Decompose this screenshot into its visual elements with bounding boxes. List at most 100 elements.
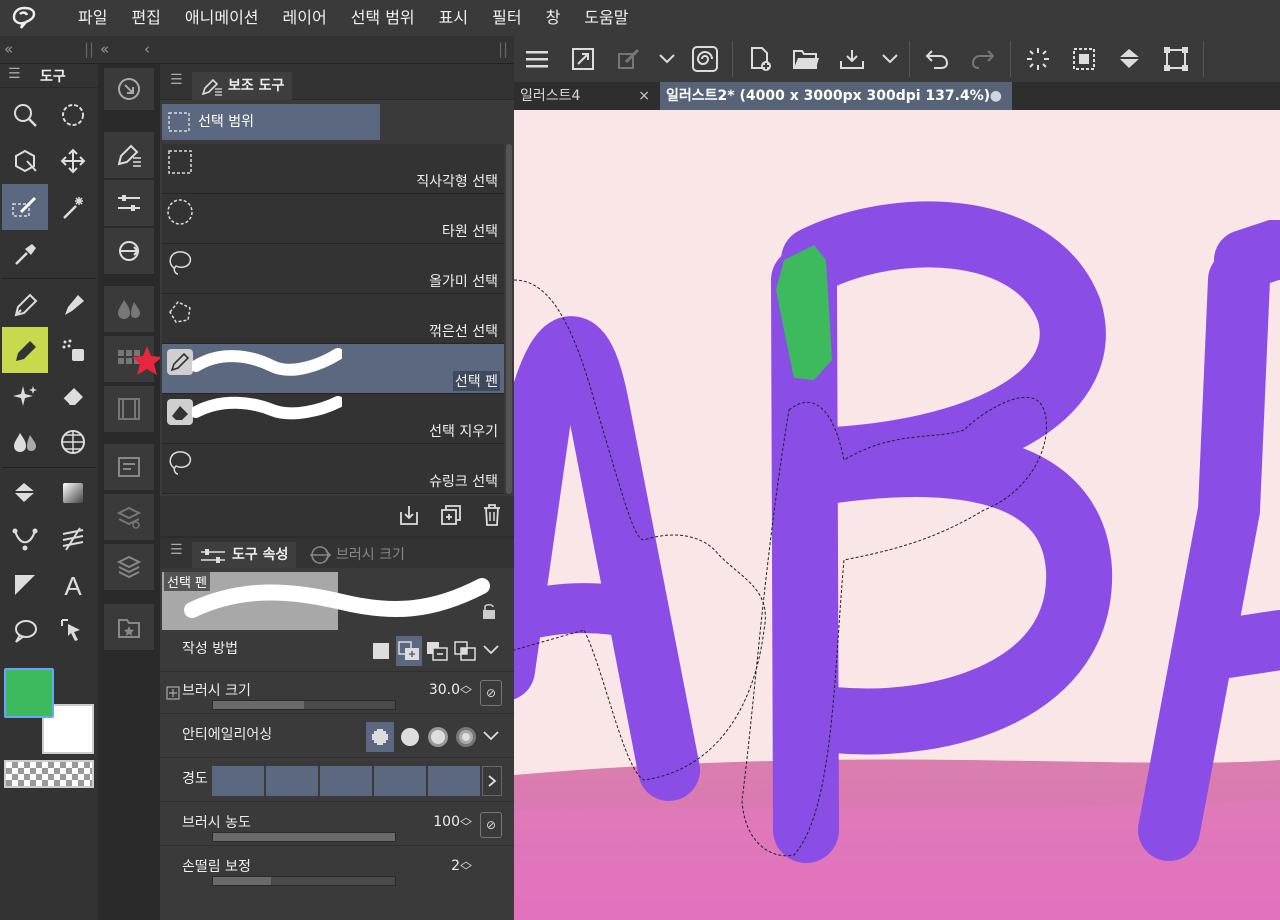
menu-view[interactable]: 표시 bbox=[427, 0, 480, 36]
pencil-icon[interactable] bbox=[2, 327, 48, 373]
hardness-segment[interactable] bbox=[266, 766, 318, 796]
select-all-icon[interactable] bbox=[1061, 36, 1107, 82]
export-icon[interactable] bbox=[829, 36, 875, 82]
subtool-shrink-select[interactable]: 슈링크 선택 bbox=[162, 444, 504, 494]
tab-illust4[interactable]: 일러스트4 × bbox=[514, 82, 660, 110]
app-logo-icon[interactable] bbox=[0, 0, 48, 36]
tool-property-icon[interactable] bbox=[104, 180, 154, 226]
zoom-icon[interactable] bbox=[2, 92, 48, 138]
brush-size-icon[interactable] bbox=[104, 228, 154, 274]
panel-menu-icon[interactable]: ☰ bbox=[170, 542, 183, 558]
eyedropper-icon[interactable] bbox=[2, 230, 48, 276]
menu-edit[interactable]: 편집 bbox=[119, 0, 172, 36]
mode-new-selection-button[interactable] bbox=[368, 636, 394, 666]
chevron-down-icon[interactable] bbox=[652, 36, 682, 82]
redo-icon[interactable] bbox=[960, 36, 1006, 82]
subtool-panel-icon[interactable] bbox=[104, 132, 154, 178]
subtool-selection-pen[interactable]: 선택 펜 bbox=[162, 344, 504, 394]
chevron-down-icon[interactable] bbox=[482, 644, 500, 656]
curve-icon[interactable] bbox=[2, 516, 48, 562]
subtool-polyline-select[interactable]: 꺾은선 선택 bbox=[162, 294, 504, 344]
undo-icon[interactable] bbox=[914, 36, 960, 82]
menu-animation[interactable]: 애니메이션 bbox=[173, 0, 271, 36]
stepper-icon[interactable]: ︿ ﹀ bbox=[460, 855, 472, 877]
chevron-down-icon[interactable] bbox=[875, 36, 905, 82]
text-icon[interactable]: A bbox=[50, 562, 96, 608]
color-mixing-icon[interactable] bbox=[104, 286, 154, 332]
menu-icon[interactable] bbox=[514, 36, 560, 82]
menu-help[interactable]: 도움말 bbox=[572, 0, 640, 36]
object-select-icon[interactable] bbox=[50, 608, 96, 654]
subtool-lasso-select[interactable]: 올가미 선택 bbox=[162, 244, 504, 294]
antialias-medium-button[interactable] bbox=[424, 722, 452, 752]
navigator-icon[interactable] bbox=[104, 68, 154, 110]
subtool-scrollbar[interactable] bbox=[506, 144, 512, 494]
lock-icon[interactable] bbox=[480, 602, 498, 620]
transparent-color-swatch[interactable] bbox=[4, 760, 94, 788]
layer-property-icon[interactable] bbox=[104, 444, 154, 490]
import-subtool-icon[interactable] bbox=[398, 504, 420, 526]
open-folder-icon[interactable] bbox=[783, 36, 829, 82]
tool-tab-label[interactable]: 도구 bbox=[40, 66, 66, 86]
blend-icon[interactable] bbox=[2, 419, 48, 465]
expand-icon[interactable] bbox=[166, 686, 180, 700]
collapse-left-icon[interactable]: « bbox=[4, 40, 13, 58]
pressure-toggle-button[interactable]: ⊘ bbox=[480, 812, 502, 838]
layer-search-icon[interactable] bbox=[104, 494, 154, 540]
menu-window[interactable]: 창 bbox=[534, 0, 573, 36]
move-icon[interactable] bbox=[50, 138, 96, 184]
rotate-icon[interactable] bbox=[50, 92, 96, 138]
chevron-down-icon[interactable] bbox=[482, 730, 500, 742]
tab-subtool[interactable]: 보조 도구 bbox=[192, 72, 293, 100]
density-value[interactable]: 100 bbox=[433, 814, 460, 830]
balloon-icon[interactable] bbox=[2, 608, 48, 654]
transform-icon[interactable] bbox=[1153, 36, 1199, 82]
stepper-icon[interactable]: ︿ ﹀ bbox=[460, 679, 472, 701]
brush-size-value[interactable]: 30.0 bbox=[429, 682, 460, 698]
antialias-weak-button[interactable] bbox=[396, 722, 424, 752]
layers-icon[interactable] bbox=[104, 544, 154, 590]
brush-size-slider[interactable] bbox=[212, 700, 396, 710]
hardness-segment[interactable] bbox=[320, 766, 372, 796]
panel-menu-icon[interactable]: ☰ bbox=[8, 66, 21, 82]
grid-icon[interactable] bbox=[50, 419, 96, 465]
subtool-selection-eraser[interactable]: 선택 지우기 bbox=[162, 394, 504, 444]
fit-canvas-icon[interactable] bbox=[560, 36, 606, 82]
main-color-swatch[interactable] bbox=[4, 668, 54, 718]
collapse-small-icon[interactable]: ‹ bbox=[144, 40, 150, 58]
selection-pen-icon[interactable] bbox=[2, 184, 48, 230]
antialias-strong-button[interactable] bbox=[452, 722, 480, 752]
tab-tool-property[interactable]: 도구 속성 bbox=[192, 542, 297, 568]
menu-file[interactable]: 파일 bbox=[48, 0, 119, 36]
marker-icon[interactable] bbox=[50, 281, 96, 327]
antialias-none-button[interactable] bbox=[366, 722, 394, 752]
menu-selection[interactable]: 선택 범위 bbox=[339, 0, 427, 36]
gradient-icon[interactable] bbox=[50, 470, 96, 516]
close-icon[interactable]: × bbox=[638, 82, 650, 110]
hardness-segment[interactable] bbox=[212, 766, 264, 796]
drawing-canvas[interactable] bbox=[514, 110, 1280, 920]
subtool-rect-select[interactable]: 직사각형 선택 bbox=[162, 144, 504, 194]
mode-subtract-selection-button[interactable] bbox=[424, 636, 450, 666]
collapse-mid-icon[interactable]: « bbox=[100, 40, 109, 58]
hardness-segment[interactable] bbox=[428, 766, 480, 796]
material-icon[interactable] bbox=[104, 604, 154, 650]
frame-icon[interactable] bbox=[2, 562, 48, 608]
menu-filter[interactable]: 필터 bbox=[480, 0, 533, 36]
delete-subtool-icon[interactable] bbox=[482, 503, 502, 527]
fill-icon[interactable] bbox=[2, 470, 48, 516]
subtool-group-selection[interactable]: 선택 범위 bbox=[162, 104, 380, 140]
menu-layer[interactable]: 레이어 bbox=[271, 0, 339, 36]
airbrush-icon[interactable] bbox=[50, 327, 96, 373]
density-slider[interactable] bbox=[212, 832, 396, 842]
duplicate-subtool-icon[interactable] bbox=[440, 504, 462, 526]
3d-move-icon[interactable] bbox=[2, 138, 48, 184]
eraser-icon[interactable] bbox=[50, 373, 96, 419]
decoration-icon[interactable] bbox=[2, 373, 48, 419]
hardness-segment[interactable] bbox=[374, 766, 426, 796]
stabilization-value[interactable]: 2 bbox=[451, 858, 460, 874]
tab-illust2[interactable]: 일러스트2* (4000 x 3000px 300dpi 137.4%) ● bbox=[660, 82, 1012, 110]
clear-selection-icon[interactable] bbox=[1015, 36, 1061, 82]
pen-icon[interactable] bbox=[2, 281, 48, 327]
transform-pen-icon[interactable] bbox=[606, 36, 652, 82]
